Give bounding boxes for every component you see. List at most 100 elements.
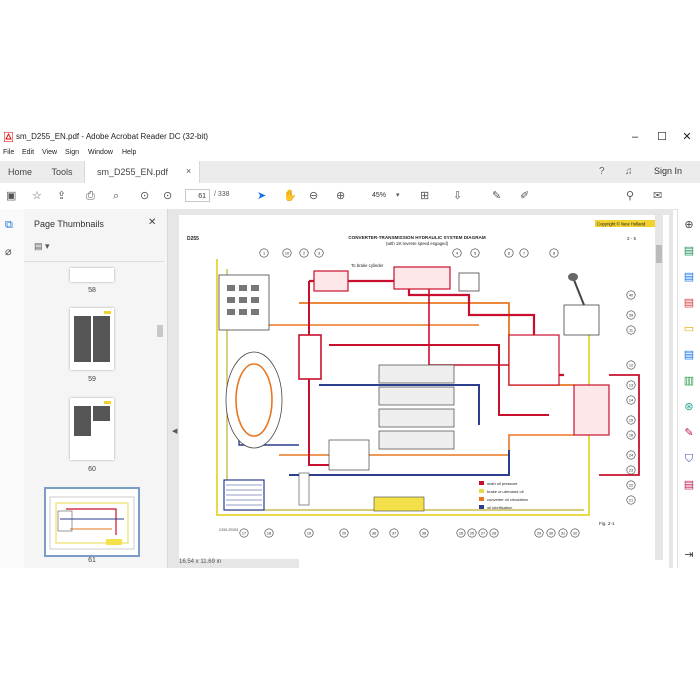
top-callout-number: 2 xyxy=(303,251,305,255)
right-callout: 15 xyxy=(626,415,636,425)
right-callout-number: 16 xyxy=(629,433,633,437)
scan-ocr-icon[interactable]: ⊛ xyxy=(683,401,695,413)
clutch-pack-3 xyxy=(378,408,455,428)
hand-tool-icon[interactable]: ✋ xyxy=(283,188,297,204)
top-callout: 5 xyxy=(470,248,480,258)
fit-page-icon[interactable]: ⊞ xyxy=(420,188,429,204)
thumbnail-page-61[interactable] xyxy=(44,487,140,557)
help-icon[interactable]: ? xyxy=(599,166,605,177)
page-down-icon[interactable]: ⊙ xyxy=(163,188,172,204)
export-pdf-icon[interactable]: ▤ xyxy=(683,245,695,257)
prev-page-arrow-icon[interactable]: ◀ xyxy=(172,427,177,435)
close-button[interactable]: ✕ xyxy=(680,130,694,144)
save-icon[interactable]: ▣ xyxy=(6,188,16,204)
attachments-icon[interactable]: ⌀ xyxy=(5,245,12,258)
minimize-button[interactable]: – xyxy=(628,130,642,144)
bell-icon[interactable]: ♫ xyxy=(625,166,633,177)
fill-sign-icon[interactable]: ✎ xyxy=(683,427,695,439)
panel-scrollbar-thumb[interactable] xyxy=(157,325,163,337)
select-cursor-icon[interactable]: ➤ xyxy=(257,188,266,204)
thumbnail-label-58: 58 xyxy=(88,287,96,294)
bottom-callout-number: 38 xyxy=(422,531,426,535)
tab-close-icon[interactable]: × xyxy=(186,166,191,176)
top-callout: 10 xyxy=(282,248,292,258)
email-icon[interactable]: ✉ xyxy=(653,188,662,204)
zoom-level-select[interactable]: 45% xyxy=(362,189,396,202)
print-icon[interactable]: ⎙ xyxy=(86,188,95,204)
legend-label: brake on-demand oil xyxy=(487,489,524,494)
bottom-callout-number: 32 xyxy=(573,531,577,535)
bottom-callout: 38 xyxy=(419,528,429,538)
thumbnail-label-61: 61 xyxy=(88,557,96,564)
thumbnail-page-59[interactable] xyxy=(70,308,114,370)
right-callout: 22 xyxy=(626,480,636,490)
menu-help[interactable]: Help xyxy=(122,149,136,156)
menu-view[interactable]: View xyxy=(42,149,57,156)
right-callout: 13 xyxy=(626,380,636,390)
control-panel-switches xyxy=(227,285,259,315)
panel-close-icon[interactable]: ✕ xyxy=(148,217,156,228)
thumbnail-page-60[interactable] xyxy=(70,398,114,460)
lubrication-line-2 xyxy=(289,450,510,476)
drawing-code: D255-2R053 xyxy=(219,528,238,532)
menu-sign[interactable]: Sign xyxy=(65,149,79,156)
menu-window[interactable]: Window xyxy=(88,149,113,156)
zoom-in-icon[interactable]: ⊕ xyxy=(336,188,345,204)
clutch-pack-1 xyxy=(378,364,455,384)
tab-home[interactable]: Home xyxy=(0,161,40,183)
right-callout-number: 21 xyxy=(629,498,633,502)
sign-in-button[interactable]: Sign In xyxy=(654,166,682,176)
pdf-page[interactable]: Copyright © New Holland D255 2 - 5 CONVE… xyxy=(179,215,669,571)
bottom-callout-number: 28 xyxy=(492,531,496,535)
tab-document[interactable]: sm_D255_EN.pdf xyxy=(84,161,200,183)
zoom-dropdown-icon[interactable]: ▾ xyxy=(396,188,400,204)
thumbnail-options-icon[interactable]: ▤ ▾ xyxy=(34,241,50,252)
upload-icon[interactable]: ⇪ xyxy=(57,188,66,204)
top-callout-number: 8 xyxy=(553,251,555,255)
right-tools-rail: ⊕ ▤ ▤ ▤ ▭ ▤ ▥ ⊛ ✎ ⛉ ▤ ⇥ xyxy=(677,209,700,568)
zoom-tool-icon[interactable]: ⊕ xyxy=(683,219,695,231)
share-link-icon[interactable]: ⚲ xyxy=(626,188,634,204)
bottom-callout-number: 27 xyxy=(481,531,485,535)
tab-tools[interactable]: Tools xyxy=(40,161,84,183)
combine-files-icon[interactable]: ▤ xyxy=(683,349,695,361)
control-valve-block xyxy=(508,334,560,386)
right-callout: 11 xyxy=(626,325,636,335)
thumbnails-icon[interactable]: ⧉ xyxy=(5,219,13,232)
zoom-out-icon[interactable]: ⊖ xyxy=(309,188,318,204)
pressure-valve-2 xyxy=(393,266,451,290)
page-number-input[interactable]: 61 xyxy=(185,189,210,202)
protect-icon[interactable]: ⛉ xyxy=(683,453,695,465)
comment-tool-icon[interactable]: ▭ xyxy=(683,323,695,335)
create-pdf-icon[interactable]: ▤ xyxy=(683,271,695,283)
bottom-callout: 27 xyxy=(478,528,488,538)
legend-swatch xyxy=(479,489,484,493)
copyright-text: Copyright © New Holland xyxy=(597,222,646,227)
bottom-callout: 30 xyxy=(546,528,556,538)
edit-pdf-icon[interactable]: ▤ xyxy=(683,297,695,309)
bottom-callout: 36 xyxy=(369,528,379,538)
menu-file[interactable]: File xyxy=(3,149,14,156)
panel-divider xyxy=(24,261,164,262)
bottom-callout: 17 xyxy=(239,528,249,538)
highlight-pen-icon[interactable]: ✐ xyxy=(520,188,529,204)
bookmark-star-icon[interactable]: ☆ xyxy=(32,188,42,204)
collapse-pane-icon[interactable]: ⇥ xyxy=(683,549,695,561)
callouts-bottom: 17 18 19 20 36 37 38 26 25 27 28 29 30 31 32 xyxy=(239,528,580,538)
more-tools-icon[interactable]: ▤ xyxy=(683,479,695,491)
maximize-button[interactable]: ☐ xyxy=(655,130,669,144)
search-icon[interactable]: ⌕ xyxy=(113,188,119,204)
thumbnail-page-58[interactable] xyxy=(70,268,114,282)
menu-edit[interactable]: Edit xyxy=(22,149,34,156)
bottom-callout: 26 xyxy=(456,528,466,538)
top-callout-number: 5 xyxy=(474,251,476,255)
document-scrollbar-thumb[interactable] xyxy=(656,245,662,263)
document-scrollbar[interactable] xyxy=(655,215,663,560)
acrobat-window: sm_D255_EN.pdf - Adobe Acrobat Reader DC… xyxy=(0,127,700,571)
top-callout-number: 10 xyxy=(285,251,289,255)
scroll-mode-icon[interactable]: ⇩ xyxy=(453,188,462,204)
right-callout-number: 22 xyxy=(629,483,633,487)
comment-icon[interactable]: ✎ xyxy=(492,188,501,204)
page-up-icon[interactable]: ⊙ xyxy=(140,188,149,204)
organize-pages-icon[interactable]: ▥ xyxy=(683,375,695,387)
